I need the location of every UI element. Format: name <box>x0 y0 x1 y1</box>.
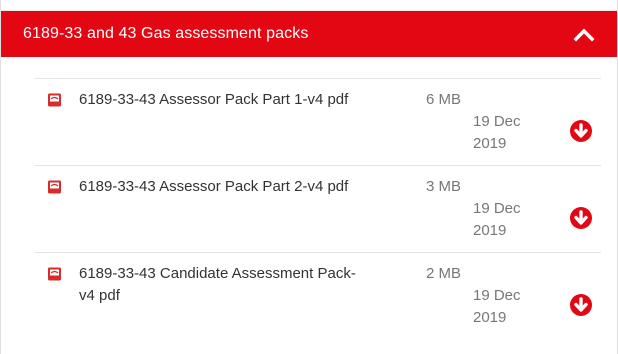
file-date: 19 Dec 2019 <box>473 111 549 155</box>
file-name[interactable]: 6189-33-43 Candidate Assessment Pack- v4… <box>79 263 415 307</box>
file-date: 19 Dec 2019 <box>473 285 549 329</box>
file-list: 6189-33-43 Assessor Pack Part 1-v4 pdf 6… <box>35 78 601 339</box>
file-date-year: 2019 <box>473 309 507 326</box>
file-date-day: 19 Dec <box>473 287 521 304</box>
file-row[interactable]: 6189-33-43 Candidate Assessment Pack- v4… <box>35 252 601 339</box>
file-date-year: 2019 <box>473 135 507 152</box>
download-icon[interactable] <box>569 206 593 230</box>
accordion-header[interactable]: 6189-33 and 43 Gas assessment packs <box>1 11 617 57</box>
file-size: 2 MB <box>426 265 462 282</box>
file-name[interactable]: 6189-33-43 Assessor Pack Part 2-v4 pdf <box>79 176 415 198</box>
file-date-year: 2019 <box>473 222 507 239</box>
file-size: 6 MB <box>426 91 462 108</box>
accordion-title: 6189-33 and 43 Gas assessment packs <box>23 25 309 42</box>
file-name-line: v4 pdf <box>79 287 120 304</box>
file-name[interactable]: 6189-33-43 Assessor Pack Part 1-v4 pdf <box>79 89 415 111</box>
download-icon[interactable] <box>569 293 593 317</box>
pdf-icon <box>48 93 61 107</box>
file-date-day: 19 Dec <box>473 113 521 130</box>
file-date: 19 Dec 2019 <box>473 198 549 242</box>
file-row[interactable]: 6189-33-43 Assessor Pack Part 2-v4 pdf 3… <box>35 165 601 252</box>
pdf-icon <box>48 180 61 194</box>
top-divider <box>1 0 617 11</box>
file-name-line: 6189-33-43 Candidate Assessment Pack- <box>79 265 356 282</box>
chevron-up-icon[interactable] <box>573 25 595 43</box>
pdf-icon <box>48 267 61 281</box>
download-icon[interactable] <box>569 119 593 143</box>
file-row[interactable]: 6189-33-43 Assessor Pack Part 1-v4 pdf 6… <box>35 78 601 165</box>
assessment-packs-accordion: 6189-33 and 43 Gas assessment packs 6189… <box>0 0 618 354</box>
file-size: 3 MB <box>426 178 462 195</box>
file-date-day: 19 Dec <box>473 200 521 217</box>
